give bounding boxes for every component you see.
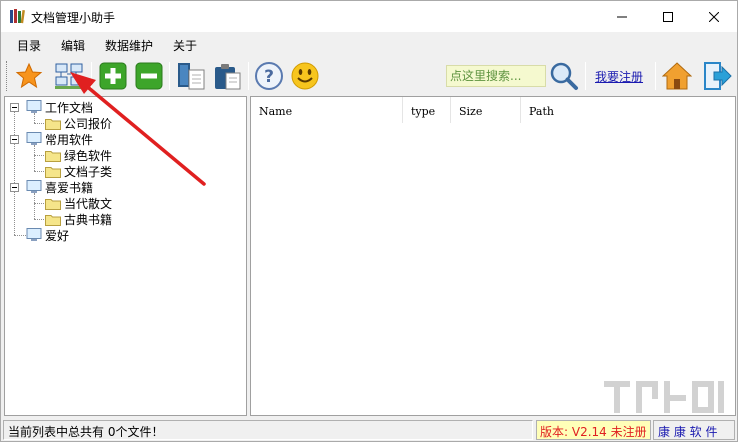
tree-line [34,219,44,220]
minimize-icon [617,16,627,17]
folder-icon [45,118,61,130]
svg-text:?: ? [264,67,274,87]
toolbar-separator [248,62,249,90]
tree-line [34,155,44,156]
watermark-logo [604,381,724,413]
exit-button[interactable] [701,60,733,92]
window-title: 文档管理小助手 [31,11,116,25]
computer-icon [26,100,42,113]
copy-icon [178,63,205,90]
status-brand: 康 康 软 件 [653,420,735,440]
tree-node-hobbies[interactable]: 爱好 [26,227,69,243]
menu-item-edit[interactable]: 编辑 [61,37,85,54]
search-button[interactable] [548,60,580,92]
maximize-icon [663,11,673,22]
tree-node-label: 公司报价 [64,116,113,131]
tree-node-green-software[interactable]: 绿色软件 [45,147,112,163]
home-icon [662,62,692,90]
tree-node-doc-subclass[interactable]: 文档子类 [45,163,112,179]
status-file-count: 当前列表中总共有 0个文件！ [3,420,533,440]
tree-node-label: 常用软件 [45,132,94,147]
column-header-name[interactable]: Name [251,97,403,123]
computer-icon [26,132,42,145]
tree-node-company-quote[interactable]: 公司报价 [45,115,112,131]
tree-expander[interactable] [10,183,19,192]
tree-node-modern-prose[interactable]: 当代散文 [45,195,112,211]
computer-icon [26,180,42,193]
tree-node-label: 当代散文 [64,196,113,211]
tree-line [34,203,44,204]
tree-node-favorite-books[interactable]: 喜爱书籍 [26,179,93,195]
tree-node-label: 古典书籍 [64,212,113,227]
smiley-icon [291,62,319,90]
help-icon: ? [255,62,283,90]
close-icon [709,11,719,22]
tree-node-classic-books[interactable]: 古典书籍 [45,211,112,227]
exit-icon [704,62,732,90]
tree-line [14,235,26,236]
folder-icon [45,166,61,178]
tree-line [34,123,44,124]
status-bar: 当前列表中总共有 0个文件！ 版本: V2.14 未注册 康 康 软 件 [1,419,737,441]
paste-button[interactable] [211,60,243,92]
toolbar-grip[interactable] [6,61,9,91]
plus-icon [99,62,127,90]
list-header: Name type Size Path [251,97,735,123]
tree-node-label: 爱好 [45,228,70,243]
search-icon [550,62,578,90]
tree-node-common-software[interactable]: 常用软件 [26,131,93,147]
network-icon [55,63,83,89]
minimize-button[interactable] [599,1,645,32]
books-app-icon [9,8,25,24]
tree-node-work-docs[interactable]: 工作文档 [26,99,93,115]
title-bar: 文档管理小助手 [1,1,737,32]
maximize-button[interactable] [645,1,691,32]
add-button[interactable] [97,60,129,92]
category-tree[interactable]: 工作文档 公司报价 常用软件 绿色软件 文档子类 喜爱书籍 当代散文 古典书籍 … [4,96,247,416]
star-icon [15,62,43,89]
tree-expander[interactable] [10,135,19,144]
register-link[interactable]: 我要注册 [595,68,643,85]
menu-item-catalog[interactable]: 目录 [17,37,41,54]
folder-icon [45,150,61,162]
folder-icon [45,198,61,210]
minus-icon [135,62,163,90]
toolbar-separator [585,62,586,90]
toolbar: ? 我要注册 [1,57,737,95]
close-button[interactable] [691,1,737,32]
search-input[interactable] [446,65,546,87]
home-button[interactable] [661,60,693,92]
file-list[interactable]: Name type Size Path [250,96,736,416]
tree-node-label: 绿色软件 [64,148,113,163]
menu-item-about[interactable]: 关于 [173,37,197,54]
folder-icon [45,214,61,226]
tree-line [34,145,35,171]
copy-button[interactable] [175,60,207,92]
toolbar-separator [169,62,170,90]
paste-icon [215,64,241,90]
network-button[interactable] [53,60,85,92]
tree-node-label: 文档子类 [64,164,113,179]
tree-node-label: 喜爱书籍 [45,180,94,195]
tree-line [34,171,44,172]
column-header-path[interactable]: Path [521,97,735,123]
computer-icon [26,228,42,241]
tree-line [14,109,15,235]
tree-node-label: 工作文档 [45,100,94,115]
help-button[interactable]: ? [253,60,285,92]
column-header-type[interactable]: type [403,97,451,123]
smile-button[interactable] [289,60,321,92]
favorite-button[interactable] [13,60,45,92]
toolbar-separator [91,62,92,90]
tree-expander[interactable] [10,103,19,112]
column-header-size[interactable]: Size [451,97,521,123]
tree-line [34,193,35,219]
menu-item-data-maintenance[interactable]: 数据维护 [105,37,153,54]
status-version: 版本: V2.14 未注册 [536,420,651,440]
remove-button[interactable] [133,60,165,92]
toolbar-separator [655,62,656,90]
menu-bar: 目录 编辑 数据维护 关于 [1,32,737,57]
